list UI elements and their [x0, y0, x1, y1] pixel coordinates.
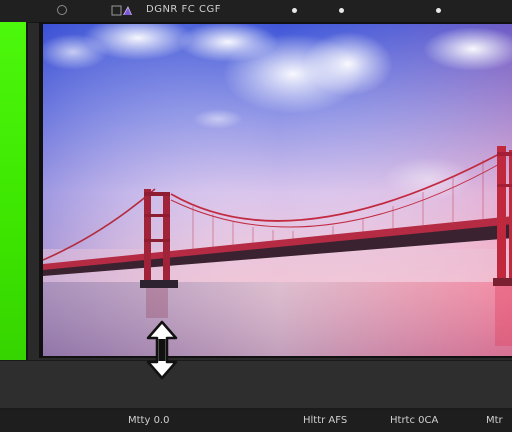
timeline-panel[interactable] — [0, 360, 512, 411]
circle-icon[interactable] — [57, 5, 67, 15]
toolbar-dot[interactable] — [339, 8, 344, 13]
toolbar-title: DGNR FC CGF — [146, 4, 221, 15]
bridge-image — [43, 24, 512, 356]
status-right: Mtr — [486, 415, 503, 426]
toolbar-dot[interactable] — [436, 8, 441, 13]
toolbar-dot[interactable] — [292, 8, 297, 13]
status-mid: Hlttr AFS — [303, 415, 348, 426]
left-panel — [0, 22, 28, 360]
viewport-frame — [39, 22, 512, 358]
resize-updown-icon[interactable] — [146, 320, 178, 380]
layers-icon[interactable] — [111, 4, 133, 17]
app-window: DGNR FC CGF Mtty 0.0 Hlttr AFS Htrtc 0CA… — [0, 0, 512, 432]
image-viewport[interactable] — [43, 24, 512, 356]
status-left: Mtty 0.0 — [128, 415, 170, 426]
status-bar: Mtty 0.0 Hlttr AFS Htrtc 0CA Mtr — [0, 410, 512, 432]
top-toolbar: DGNR FC CGF — [0, 0, 512, 23]
status-mid2: Htrtc 0CA — [390, 415, 439, 426]
green-color-swatch[interactable] — [0, 22, 26, 360]
